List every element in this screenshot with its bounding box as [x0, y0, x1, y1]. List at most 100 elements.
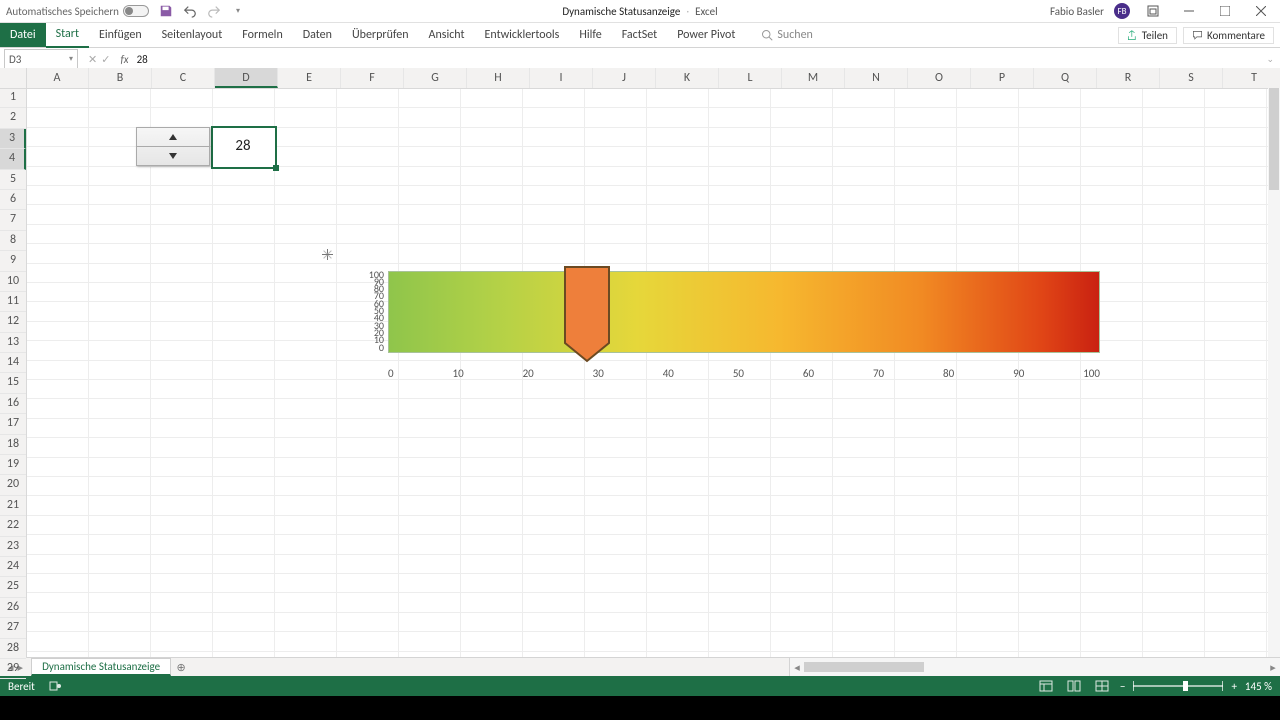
- row-header-9[interactable]: 9: [0, 251, 26, 271]
- row-header-26[interactable]: 26: [0, 598, 26, 618]
- col-header-E[interactable]: E: [278, 68, 341, 88]
- row-header-28[interactable]: 28: [0, 639, 26, 659]
- row-header-6[interactable]: 6: [0, 190, 26, 210]
- zoom-slider-knob[interactable]: [1183, 681, 1188, 691]
- worksheet-grid[interactable]: ABCDEFGHIJKLMNOPQRST 1234567891011121314…: [0, 68, 1280, 658]
- col-header-B[interactable]: B: [89, 68, 152, 88]
- row-header-11[interactable]: 11: [0, 292, 26, 312]
- cancel-formula-icon[interactable]: ✕: [88, 53, 97, 66]
- cells-canvas[interactable]: 28 1009080706050403020100 01020304050607…: [26, 88, 1268, 658]
- row-header-19[interactable]: 19: [0, 455, 26, 475]
- save-icon[interactable]: [159, 4, 173, 18]
- row-header-2[interactable]: 2: [0, 108, 26, 128]
- qat-customize-icon[interactable]: ▾: [231, 4, 245, 18]
- row-header-7[interactable]: 7: [0, 210, 26, 230]
- col-header-O[interactable]: O: [908, 68, 971, 88]
- ribbon-tab-ansicht[interactable]: Ansicht: [419, 23, 475, 47]
- select-all-corner[interactable]: [0, 68, 27, 89]
- hscroll-thumb[interactable]: [804, 662, 924, 672]
- hscroll-right-icon[interactable]: ▸: [1266, 661, 1280, 674]
- row-header-5[interactable]: 5: [0, 170, 26, 190]
- hscroll-left-icon[interactable]: ◂: [790, 661, 804, 674]
- row-headers[interactable]: 1234567891011121314151617181920212223242…: [0, 88, 27, 658]
- avatar[interactable]: FB: [1114, 3, 1130, 19]
- col-header-K[interactable]: K: [656, 68, 719, 88]
- col-header-Q[interactable]: Q: [1034, 68, 1097, 88]
- ribbon-display-icon[interactable]: [1140, 0, 1166, 22]
- share-button[interactable]: Teilen: [1118, 27, 1177, 44]
- col-header-T[interactable]: T: [1223, 68, 1280, 88]
- col-header-J[interactable]: J: [593, 68, 656, 88]
- ribbon-tab-seitenlayout[interactable]: Seitenlayout: [152, 23, 233, 47]
- row-header-4[interactable]: 4: [0, 149, 26, 169]
- maximize-icon[interactable]: [1212, 0, 1238, 22]
- autosave-toggle[interactable]: Automatisches Speichern: [6, 5, 149, 18]
- row-header-16[interactable]: 16: [0, 394, 26, 414]
- row-header-14[interactable]: 14: [0, 353, 26, 373]
- col-header-I[interactable]: I: [530, 68, 593, 88]
- row-header-17[interactable]: 17: [0, 414, 26, 434]
- minimize-icon[interactable]: [1176, 0, 1202, 22]
- col-header-P[interactable]: P: [971, 68, 1034, 88]
- chevron-down-icon[interactable]: ▾: [69, 54, 73, 64]
- ribbon-tab-überprüfen[interactable]: Überprüfen: [342, 23, 419, 47]
- col-header-D[interactable]: D: [215, 68, 278, 88]
- ribbon-tab-hilfe[interactable]: Hilfe: [569, 23, 611, 47]
- row-header-20[interactable]: 20: [0, 475, 26, 495]
- name-box[interactable]: D3 ▾: [4, 49, 78, 69]
- status-gauge-chart[interactable]: 1009080706050403020100 01020304050607080…: [388, 271, 1100, 381]
- ribbon-tab-formeln[interactable]: Formeln: [232, 23, 292, 47]
- sheet-tab-active[interactable]: Dynamische Statusanzeige: [31, 658, 171, 676]
- view-page-break-icon[interactable]: [1092, 679, 1112, 693]
- col-header-S[interactable]: S: [1160, 68, 1223, 88]
- col-header-L[interactable]: L: [719, 68, 782, 88]
- file-tab[interactable]: Datei: [0, 23, 46, 47]
- gauge-pointer[interactable]: [563, 265, 611, 363]
- expand-formula-bar-icon[interactable]: ⌄: [1266, 54, 1274, 65]
- column-headers[interactable]: ABCDEFGHIJKLMNOPQRST: [26, 68, 1268, 89]
- col-header-R[interactable]: R: [1097, 68, 1160, 88]
- col-header-A[interactable]: A: [26, 68, 89, 88]
- ribbon-tab-factset[interactable]: FactSet: [612, 23, 667, 47]
- ribbon-tab-start[interactable]: Start: [46, 22, 89, 48]
- ribbon-tab-entwicklertools[interactable]: Entwicklertools: [475, 23, 570, 47]
- row-header-12[interactable]: 12: [0, 312, 26, 332]
- spin-button-control[interactable]: [136, 127, 210, 166]
- redo-icon[interactable]: [207, 4, 221, 18]
- view-normal-icon[interactable]: [1036, 679, 1056, 693]
- row-header-8[interactable]: 8: [0, 231, 26, 251]
- comments-button[interactable]: Kommentare: [1183, 27, 1274, 44]
- col-header-N[interactable]: N: [845, 68, 908, 88]
- fx-icon[interactable]: fx: [120, 53, 128, 66]
- tell-me-search[interactable]: Suchen: [761, 28, 812, 42]
- row-header-18[interactable]: 18: [0, 435, 26, 455]
- macro-record-icon[interactable]: [45, 679, 65, 693]
- row-header-22[interactable]: 22: [0, 516, 26, 536]
- enter-formula-icon[interactable]: ✓: [101, 53, 110, 66]
- row-header-1[interactable]: 1: [0, 88, 26, 108]
- zoom-in-icon[interactable]: +: [1231, 680, 1236, 693]
- ribbon-tab-einfügen[interactable]: Einfügen: [89, 23, 152, 47]
- new-sheet-button[interactable]: ⊕: [171, 658, 191, 676]
- row-header-15[interactable]: 15: [0, 373, 26, 393]
- row-header-13[interactable]: 13: [0, 333, 26, 353]
- col-header-C[interactable]: C: [152, 68, 215, 88]
- row-header-10[interactable]: 10: [0, 272, 26, 292]
- formula-value[interactable]: 28: [137, 53, 148, 66]
- spin-up-button[interactable]: [137, 128, 209, 147]
- col-header-M[interactable]: M: [782, 68, 845, 88]
- ribbon-tab-daten[interactable]: Daten: [293, 23, 342, 47]
- row-header-29[interactable]: 29: [0, 659, 26, 679]
- row-header-25[interactable]: 25: [0, 577, 26, 597]
- row-header-3[interactable]: 3: [0, 129, 26, 149]
- undo-icon[interactable]: [183, 4, 197, 18]
- close-icon[interactable]: [1248, 0, 1274, 22]
- toggle-icon[interactable]: [123, 5, 149, 17]
- zoom-out-icon[interactable]: −: [1120, 680, 1125, 693]
- col-header-G[interactable]: G: [404, 68, 467, 88]
- row-header-24[interactable]: 24: [0, 557, 26, 577]
- row-header-21[interactable]: 21: [0, 496, 26, 516]
- vertical-scrollbar[interactable]: [1267, 68, 1280, 658]
- col-header-F[interactable]: F: [341, 68, 404, 88]
- ribbon-tab-power pivot[interactable]: Power Pivot: [667, 23, 745, 47]
